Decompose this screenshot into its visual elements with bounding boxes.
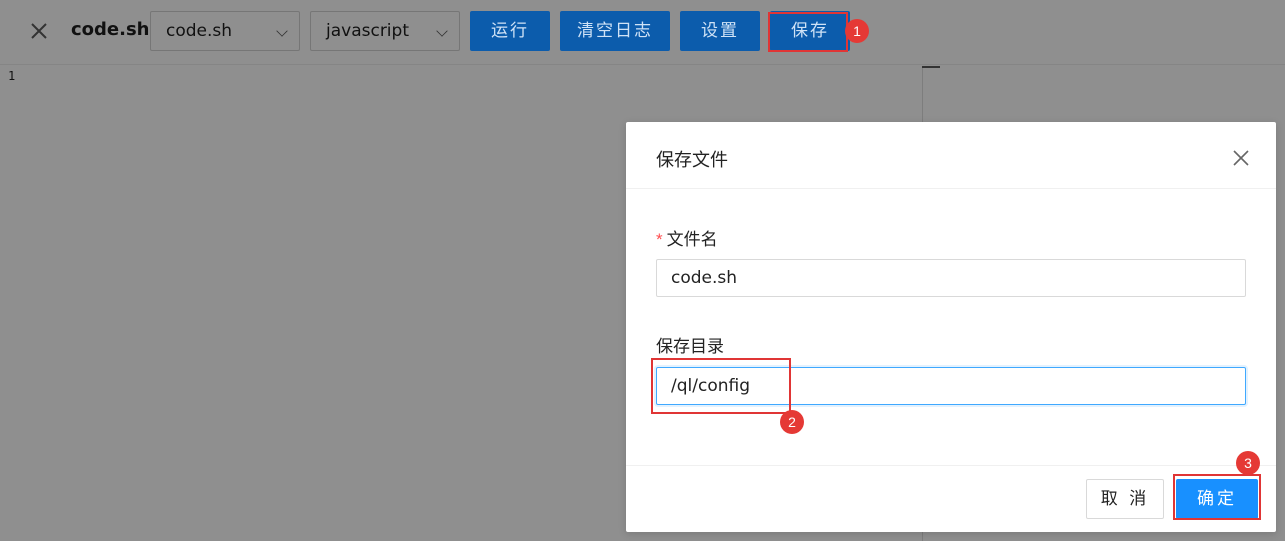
editor-toolbar: code.sh code.sh javascript 运行 清空日志 设置 保存 <box>0 0 1285 65</box>
dialog-title: 保存文件 <box>656 150 728 171</box>
line-number: 1 <box>8 69 16 83</box>
directory-label: 保存目录 <box>656 337 724 357</box>
language-select[interactable]: javascript <box>310 11 460 51</box>
filename-label-text: 文件名 <box>666 230 718 250</box>
confirm-highlight <box>1173 474 1261 520</box>
chevron-down-icon <box>276 25 288 37</box>
step-badge-1: 1 <box>845 19 869 43</box>
chevron-down-icon <box>436 25 448 37</box>
save-button-highlight <box>768 12 848 52</box>
step-badge-2: 2 <box>780 410 804 434</box>
save-file-dialog: 保存文件 * 文件名 code.sh 保存目录 /ql/config 取 消 确定 <box>626 122 1276 532</box>
file-select[interactable]: code.sh <box>150 11 300 51</box>
file-select-value: code.sh <box>166 21 233 41</box>
filename-input-value: code.sh <box>671 268 738 288</box>
directory-highlight <box>651 358 791 414</box>
close-icon[interactable] <box>26 18 52 44</box>
cancel-button[interactable]: 取 消 <box>1086 479 1164 519</box>
settings-button[interactable]: 设置 <box>680 11 760 51</box>
filename-label: * 文件名 <box>656 225 718 250</box>
scrollbar-thumb[interactable] <box>922 66 940 68</box>
run-button[interactable]: 运行 <box>470 11 550 51</box>
close-icon[interactable] <box>1232 149 1250 167</box>
step-badge-3: 3 <box>1236 451 1260 475</box>
file-title: code.sh <box>71 19 150 40</box>
dialog-header: 保存文件 <box>626 122 1276 189</box>
required-mark: * <box>656 230 663 249</box>
filename-input[interactable]: code.sh <box>656 259 1246 297</box>
clear-log-button[interactable]: 清空日志 <box>560 11 670 51</box>
language-select-value: javascript <box>326 21 409 41</box>
